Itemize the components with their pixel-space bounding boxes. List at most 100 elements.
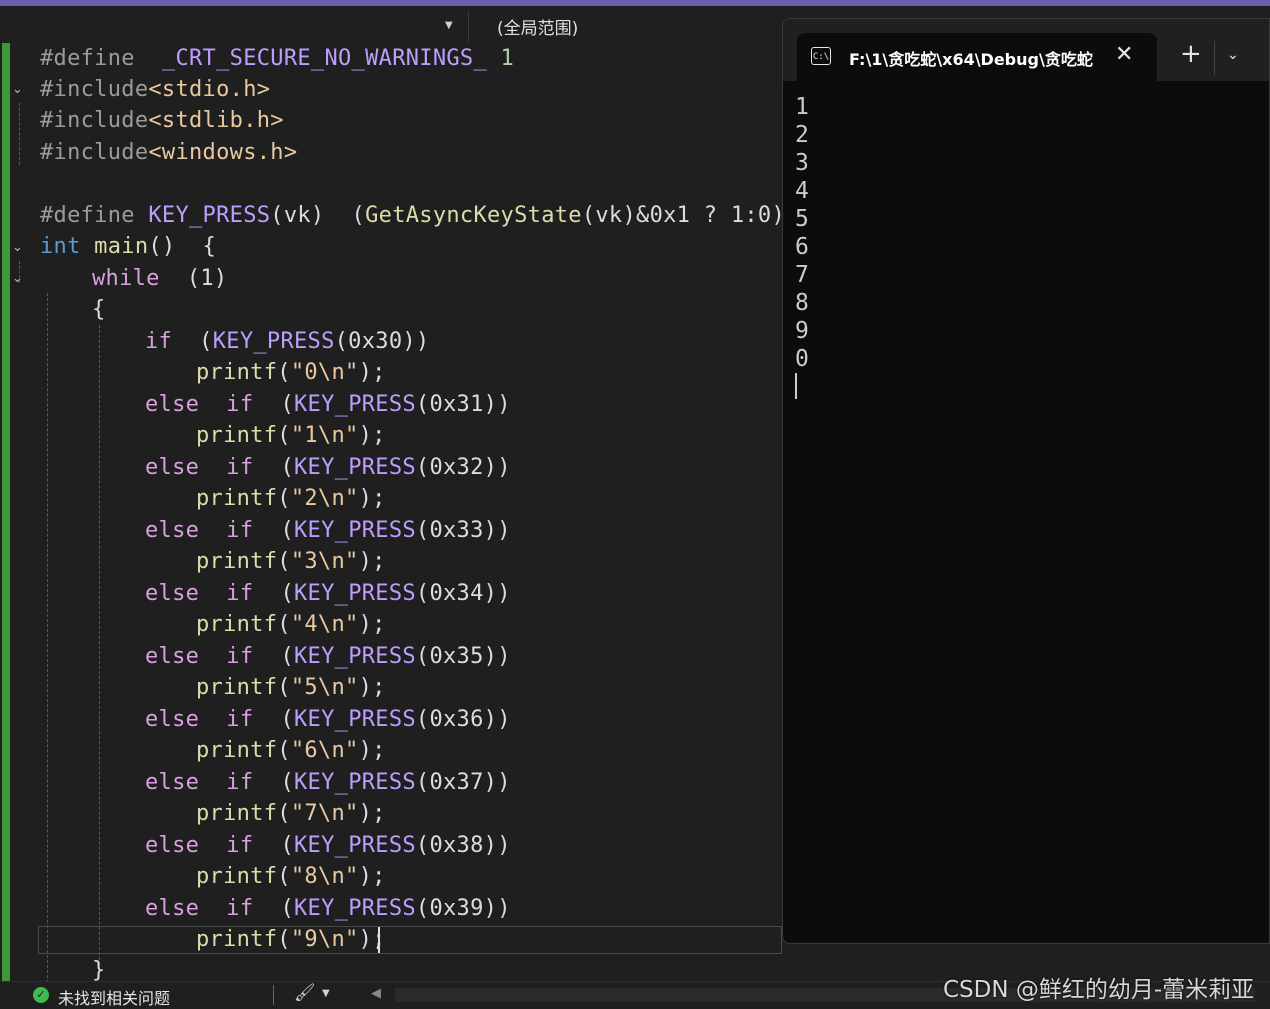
statement-end: ); (358, 423, 386, 448)
branch-keyword: else if (145, 518, 254, 543)
macro-call: KEY_PRESS (294, 896, 416, 921)
indent-guide (47, 293, 48, 981)
printf-line: printf("0\n"); (196, 357, 386, 388)
statement-end: ); (358, 486, 386, 511)
statement-end: ); (358, 612, 386, 637)
tab-bar-divider (1214, 41, 1215, 75)
macro-argument: (0x30)) (334, 329, 430, 354)
branch-keyword: else if (145, 707, 254, 732)
status-separator (273, 985, 274, 1005)
code-editor[interactable]: ⌄ ⌄ ⌄ #define _CRT_SECURE_NO_WARNINGS_ 1… (0, 43, 782, 981)
code-cleanup-brush-icon[interactable]: 🖌 (294, 983, 316, 1003)
printf-line: printf("7\n"); (196, 798, 386, 829)
paren: ( (277, 675, 291, 700)
printf-call: printf (196, 549, 278, 574)
paren: ( (253, 392, 295, 417)
code-line-4: #include<windows.h> (40, 140, 298, 165)
terminal-output-line: 6 (795, 234, 809, 260)
branch-condition-line: else if (KEY_PRESS(0x39)) (145, 893, 511, 924)
macro-call: KEY_PRESS (294, 392, 416, 417)
branch-keyword: else if (145, 833, 254, 858)
terminal-cursor (795, 373, 797, 399)
branch-condition-line: else if (KEY_PRESS(0x31)) (145, 389, 511, 420)
printf-call: printf (196, 360, 278, 385)
printf-line: printf("2\n"); (196, 483, 386, 514)
macro-argument: (0x39)) (415, 896, 511, 921)
printf-call: printf (196, 801, 278, 826)
macro-call: KEY_PRESS (294, 644, 416, 669)
paren: ( (277, 864, 291, 889)
paren: ( (253, 770, 295, 795)
branch-condition-line: else if (KEY_PRESS(0x35)) (145, 641, 511, 672)
code-line-9: { (92, 297, 106, 322)
scope-dropdown[interactable]: (全局范围) (497, 14, 578, 39)
terminal-output-line: 8 (795, 290, 809, 316)
paren: ( (253, 707, 295, 732)
printf-call: printf (196, 675, 278, 700)
terminal-output-line: 2 (795, 122, 809, 148)
string-literal: "0\n" (290, 360, 359, 385)
string-literal: "1\n" (290, 423, 359, 448)
fold-toggle-icon[interactable]: ⌄ (12, 241, 26, 255)
printf-line: printf("8\n"); (196, 861, 386, 892)
fold-toggle-icon[interactable]: ⌄ (12, 83, 26, 97)
chevron-down-icon[interactable]: ▼ (322, 988, 330, 999)
printf-line: printf("1\n"); (196, 420, 386, 451)
new-tab-icon[interactable]: + (1180, 41, 1202, 67)
paren: ( (277, 360, 291, 385)
text-caret (378, 927, 380, 953)
macro-argument: (0x34)) (415, 581, 511, 606)
statement-end: ); (358, 801, 386, 826)
branch-keyword: else if (145, 392, 254, 417)
branch-condition-line: if (KEY_PRESS(0x30)) (145, 326, 429, 357)
printf-call: printf (196, 423, 278, 448)
macro-call: KEY_PRESS (212, 329, 335, 354)
macro-argument: (0x36)) (415, 707, 511, 732)
terminal-tab-title: F:\1\贪吃蛇\x64\Debug\贪吃蛇 (849, 50, 1093, 69)
terminal-output-line: 4 (795, 178, 809, 204)
branch-condition-line: else if (KEY_PRESS(0x32)) (145, 452, 511, 483)
paren: ( (253, 518, 295, 543)
scroll-left-icon[interactable]: ◀ (371, 986, 381, 1001)
macro-call: KEY_PRESS (294, 833, 416, 858)
printf-call: printf (196, 738, 278, 763)
macro-argument: (0x32)) (415, 455, 511, 480)
statement-end: ); (358, 675, 386, 700)
terminal-tab-bar: C:\ F:\1\贪吃蛇\x64\Debug\贪吃蛇 ✕ + ⌄ (783, 19, 1269, 81)
printf-line: printf("6\n"); (196, 735, 386, 766)
macro-call: KEY_PRESS (294, 518, 416, 543)
printf-line: printf("3\n"); (196, 546, 386, 577)
code-line-3: #include<stdlib.h> (40, 108, 284, 133)
paren: ( (277, 612, 291, 637)
macro-argument: (0x31)) (415, 392, 511, 417)
string-literal: "7\n" (290, 801, 359, 826)
code-line-7: int main() { (40, 234, 217, 259)
statement-end: ); (358, 549, 386, 574)
chevron-down-icon[interactable]: ⌄ (1227, 47, 1239, 63)
terminal-output: 1234567890 (795, 93, 809, 373)
branch-keyword: if (145, 329, 173, 354)
statement-end: ); (358, 738, 386, 763)
string-literal: "5\n" (290, 675, 359, 700)
terminal-tab[interactable]: C:\ F:\1\贪吃蛇\x64\Debug\贪吃蛇 ✕ (797, 33, 1157, 81)
string-literal: "2\n" (290, 486, 359, 511)
paren: ( (253, 581, 295, 606)
close-tab-icon[interactable]: ✕ (1115, 42, 1133, 67)
string-literal: "6\n" (290, 738, 359, 763)
string-literal: "4\n" (290, 612, 359, 637)
member-dropdown-arrow-icon[interactable]: ▼ (445, 20, 453, 31)
macro-call: KEY_PRESS (294, 707, 416, 732)
terminal-window[interactable]: C:\ F:\1\贪吃蛇\x64\Debug\贪吃蛇 ✕ + ⌄ 1234567… (782, 18, 1270, 944)
code-line-2: #include<stdio.h> (40, 77, 271, 102)
issues-status[interactable]: 未找到相关问题 (58, 985, 170, 1009)
check-icon: ✓ (33, 987, 49, 1003)
paren: ( (253, 833, 295, 858)
statement-end: ); (358, 864, 386, 889)
watermark: CSDN @鲜红的幼月-蕾米莉亚 (943, 977, 1255, 1003)
printf-line: printf("4\n"); (196, 609, 386, 640)
change-tracking-margin (2, 43, 10, 981)
paren: ( (253, 896, 295, 921)
terminal-output-line: 9 (795, 318, 809, 344)
branch-keyword: else if (145, 770, 254, 795)
statement-end: ); (358, 360, 386, 385)
